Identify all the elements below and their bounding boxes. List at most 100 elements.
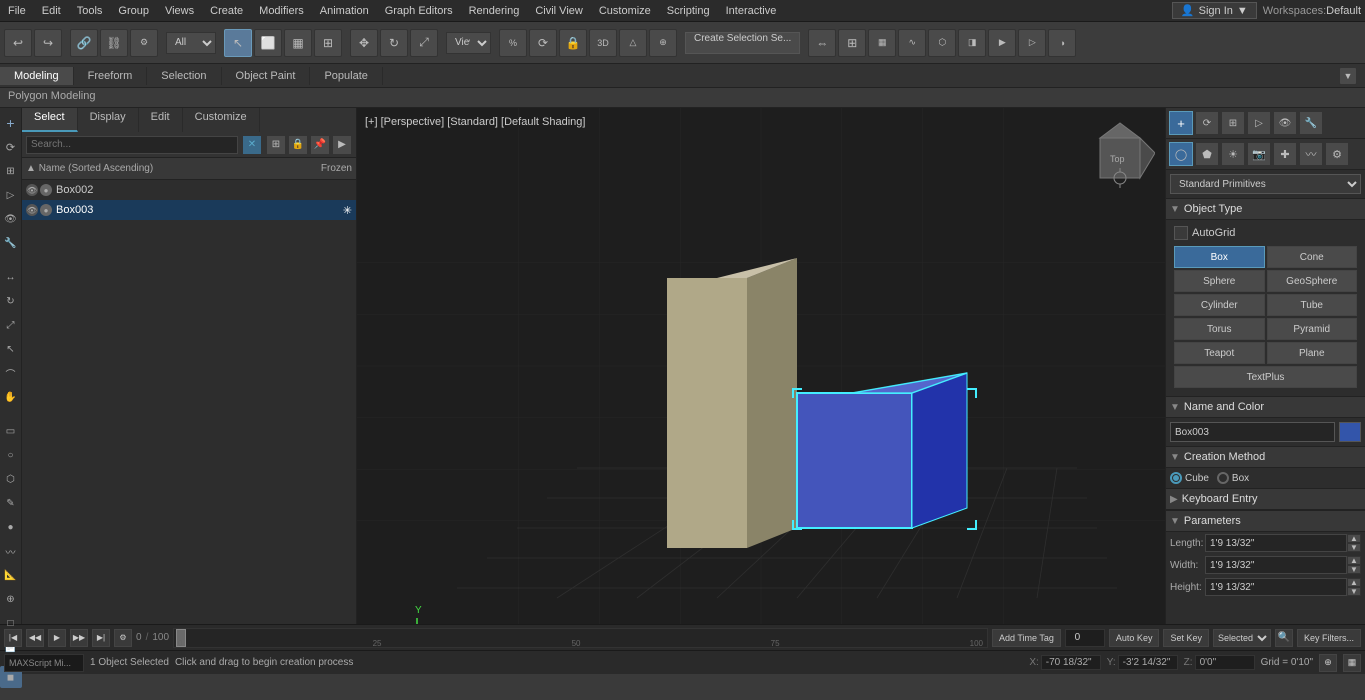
3d-snap-button[interactable]: 3D (589, 29, 617, 57)
scale-left-icon[interactable]: ⤢ (0, 314, 22, 336)
obj-type-torus[interactable]: Torus (1174, 318, 1265, 340)
menu-interactive[interactable]: Interactive (718, 3, 785, 19)
rectangle-icon[interactable]: ▭ (0, 420, 22, 442)
cube-radio[interactable]: Cube (1170, 472, 1209, 484)
lasso-icon[interactable]: ✎ (0, 492, 22, 514)
width-down[interactable]: ▼ (1347, 565, 1361, 574)
spacewarps-icon[interactable]: 〰 (1299, 142, 1323, 166)
navigation-cube[interactable]: Top (1085, 118, 1155, 188)
autogrid-checkbox[interactable] (1174, 226, 1188, 240)
prev-key-btn[interactable]: ◀◀ (26, 629, 44, 647)
view-dropdown[interactable]: View (446, 32, 491, 54)
object-type-header[interactable]: ▼ Object Type (1166, 198, 1365, 220)
systems-icon[interactable]: ⚙ (1325, 142, 1349, 166)
menu-edit[interactable]: Edit (34, 3, 69, 19)
category-dropdown[interactable]: Standard Primitives (1170, 174, 1361, 194)
filter-icon[interactable]: ▦ (1343, 654, 1361, 672)
circle-icon[interactable]: ○ (0, 444, 22, 466)
tab-modeling[interactable]: Modeling (0, 67, 74, 85)
menu-create[interactable]: Create (202, 3, 251, 19)
next-key-btn[interactable]: ▶▶ (70, 629, 88, 647)
obj-type-textplus[interactable]: TextPlus (1174, 366, 1357, 388)
material-editor-button[interactable]: ◨ (958, 29, 986, 57)
parameters-header[interactable]: ▼ Parameters (1166, 510, 1365, 532)
undo-button[interactable]: ↩ (4, 29, 32, 57)
width-input[interactable] (1205, 556, 1347, 574)
spline-icon[interactable]: 〰 (0, 540, 22, 562)
obj-type-sphere[interactable]: Sphere (1174, 270, 1265, 292)
tab-populate[interactable]: Populate (310, 67, 382, 85)
menu-customize[interactable]: Customize (591, 3, 659, 19)
hierarchy-icon[interactable]: ⊞ (0, 160, 22, 182)
layer-button[interactable]: ▦ (868, 29, 896, 57)
helpers-icon[interactable]: ✚ (1273, 142, 1297, 166)
link-button[interactable]: 🔗 (70, 29, 98, 57)
tab-freeform[interactable]: Freeform (74, 67, 148, 85)
play-btn[interactable]: ▶ (48, 629, 66, 647)
scene-item-box002[interactable]: 👁 ● Box002 (22, 180, 356, 200)
menu-animation[interactable]: Animation (312, 3, 377, 19)
modify-icon[interactable]: ⟳ (0, 136, 22, 158)
scene-lock-btn[interactable]: 🔒 (288, 135, 308, 155)
render-icon-box003[interactable]: ● (40, 204, 52, 216)
select-crossing-button[interactable]: ⊞ (314, 29, 342, 57)
cameras-icon[interactable]: 📷 (1247, 142, 1271, 166)
maxscript-mini[interactable]: MAXScript Mi... (4, 654, 84, 672)
height-input[interactable] (1205, 578, 1347, 596)
scene-tab-select[interactable]: Select (22, 108, 78, 132)
move-left-icon[interactable]: ↔ (0, 266, 22, 288)
select-region-button[interactable]: ⬜ (254, 29, 282, 57)
menu-tools[interactable]: Tools (69, 3, 111, 19)
modify-panel-icon[interactable]: ⟳ (1195, 111, 1219, 135)
create-panel-icon[interactable]: + (1169, 111, 1193, 135)
length-up[interactable]: ▲ (1347, 534, 1361, 543)
hierarchy-panel-icon[interactable]: ⊞ (1221, 111, 1245, 135)
creation-method-header[interactable]: ▼ Creation Method (1166, 446, 1365, 468)
timeline[interactable]: 0 25 50 75 100 (173, 628, 988, 648)
time-cfg-btn[interactable]: ⚙ (114, 629, 132, 647)
select-button[interactable]: ↖ (224, 29, 252, 57)
viewport[interactable]: [+] [Perspective] [Standard] [Default Sh… (357, 108, 1165, 624)
scene-tab-customize[interactable]: Customize (183, 108, 260, 132)
color-swatch[interactable] (1339, 422, 1361, 442)
utilities-panel-icon[interactable]: 🔧 (1299, 111, 1323, 135)
obj-type-box[interactable]: Box (1174, 246, 1265, 268)
scene-pin-btn[interactable]: 📌 (310, 135, 330, 155)
prev-frame-btn[interactable]: |◀ (4, 629, 22, 647)
spinner-snap-button[interactable]: ⊕ (649, 29, 677, 57)
utilities-icon[interactable]: 🔧 (0, 232, 22, 254)
add-time-tag-btn[interactable]: Add Time Tag (992, 629, 1061, 647)
width-up[interactable]: ▲ (1347, 556, 1361, 565)
render-icon-box002[interactable]: ● (40, 184, 52, 196)
menu-views[interactable]: Views (157, 3, 202, 19)
render-button[interactable]: ▷ (1018, 29, 1046, 57)
set-key-btn[interactable]: Set Key (1163, 629, 1209, 647)
key-filters-btn[interactable]: Key Filters... (1297, 629, 1361, 647)
bind-button[interactable]: ⚙ (130, 29, 158, 57)
obj-type-tube[interactable]: Tube (1267, 294, 1358, 316)
sign-in-button[interactable]: 👤 Sign In ▼ (1172, 2, 1257, 19)
snap-toggle-button[interactable]: 🔒 (559, 29, 587, 57)
height-up[interactable]: ▲ (1347, 578, 1361, 587)
obj-type-pyramid[interactable]: Pyramid (1267, 318, 1358, 340)
motion-icon[interactable]: ▷ (0, 184, 22, 206)
render-setup-button[interactable]: ▶ (988, 29, 1016, 57)
shapes-icon[interactable]: ⬟ (1195, 142, 1219, 166)
visibility-icon-box002[interactable]: 👁 (26, 184, 38, 196)
box-radio[interactable]: Box (1217, 472, 1249, 484)
customize-toolbar-btn[interactable]: ▼ (1339, 67, 1357, 85)
obj-type-plane[interactable]: Plane (1267, 342, 1358, 364)
move-button[interactable]: ✥ (350, 29, 378, 57)
length-input[interactable] (1205, 534, 1347, 552)
magnet-icon[interactable]: ⊕ (0, 588, 22, 610)
percent-snap-button[interactable]: % (499, 29, 527, 57)
measure-icon[interactable]: 📐 (0, 564, 22, 586)
obj-type-cylinder[interactable]: Cylinder (1174, 294, 1265, 316)
menu-civil-view[interactable]: Civil View (527, 3, 590, 19)
menu-modifiers[interactable]: Modifiers (251, 3, 312, 19)
tab-object-paint[interactable]: Object Paint (222, 67, 311, 85)
lights-icon[interactable]: ☀ (1221, 142, 1245, 166)
fence-icon[interactable]: ⬡ (0, 468, 22, 490)
selected-dropdown[interactable]: Selected (1213, 629, 1271, 647)
scene-more-btn[interactable]: ▶ (332, 135, 352, 155)
